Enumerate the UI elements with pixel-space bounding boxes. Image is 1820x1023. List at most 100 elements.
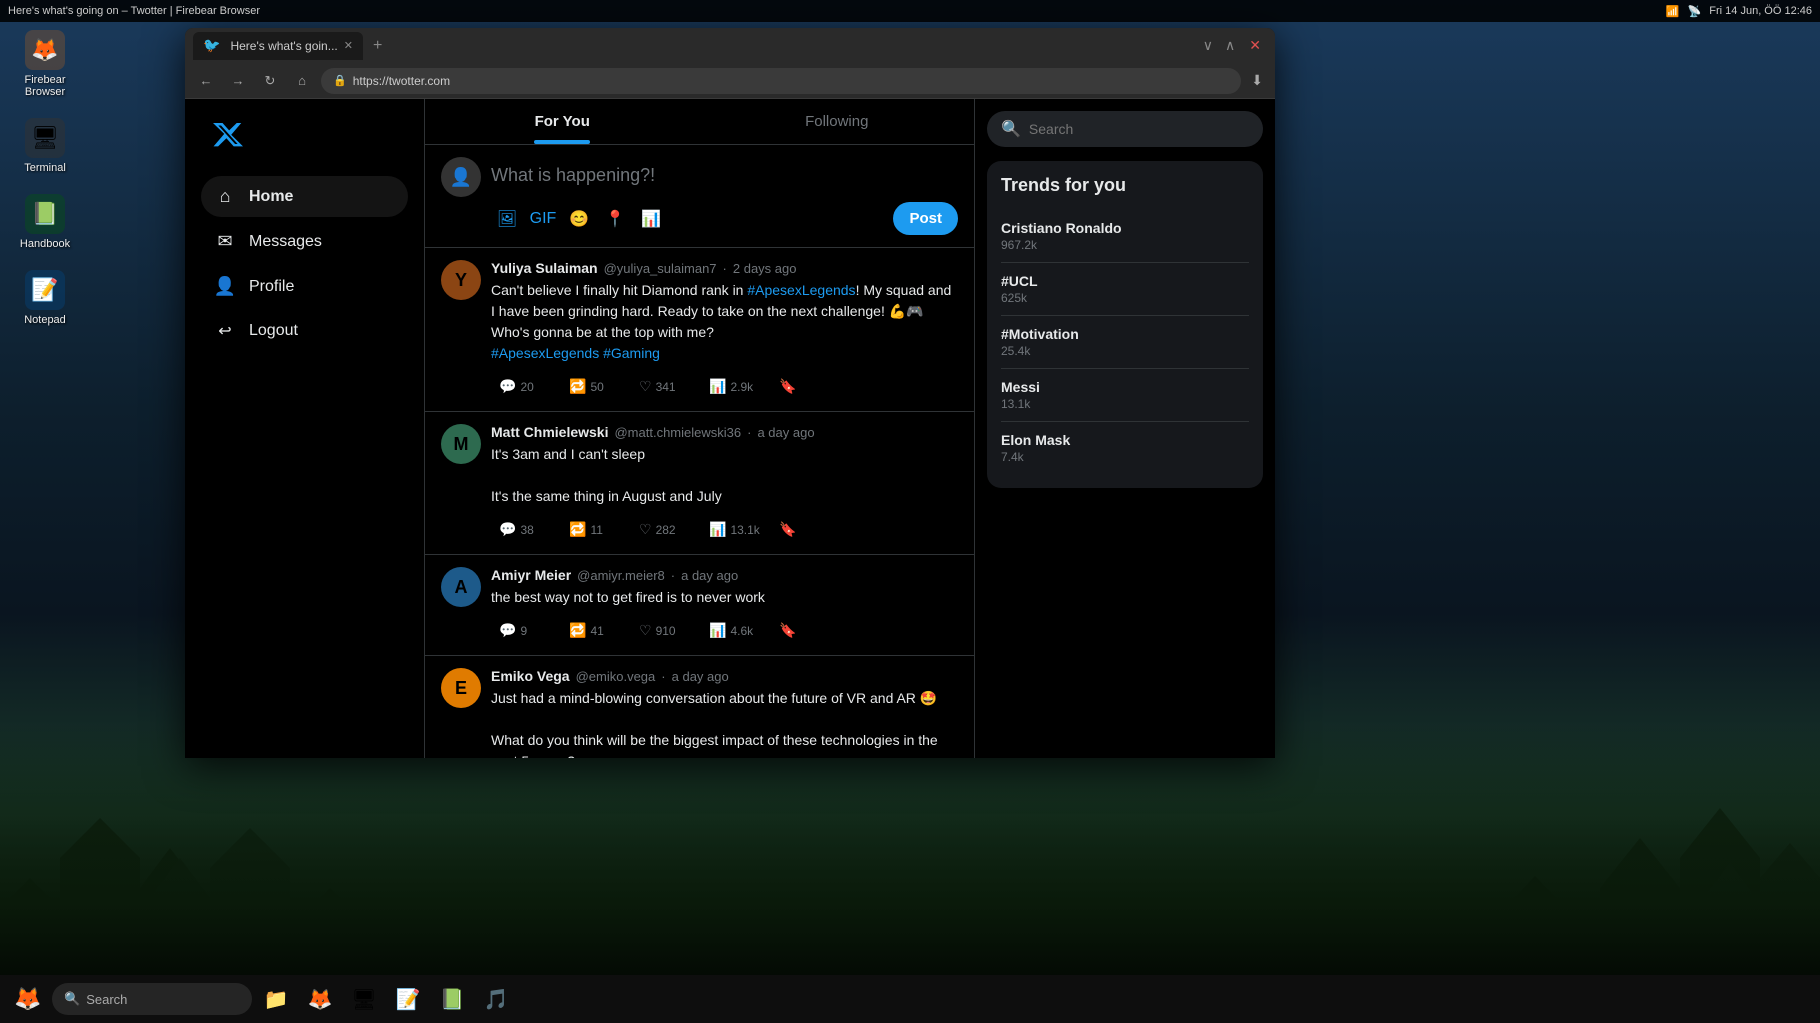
sidebar-item-logout[interactable]: ↩ Logout [201,311,408,351]
new-tab-button[interactable]: + [367,37,388,55]
close-browser-button[interactable]: ✕ [1243,35,1267,56]
taskbar-search[interactable]: 🔍 Search [52,983,252,1015]
taskbar-music-icon[interactable]: 🎵 [476,979,516,1019]
tweet-2-retweet[interactable]: 🔁 11 [561,517,631,542]
tweet-3-retweet[interactable]: 🔁 41 [561,618,631,643]
sidebar-logout-label: Logout [249,322,298,340]
tweet-1-header: Yuliya Sulaiman @yuliya_sulaiman7 · 2 da… [491,260,958,276]
browser-titlebar: 🐦 Here's what's goin... ✕ + ∨ ∧ ✕ [185,28,1275,63]
tab-following[interactable]: Following [700,99,975,144]
tweet-3-like[interactable]: ♡ 910 [631,618,701,643]
tab-close-button[interactable]: ✕ [344,39,353,52]
taskbar-handbook-icon[interactable]: 📗 [432,979,472,1019]
tab-list-up[interactable]: ∧ [1221,35,1239,56]
taskbar-search-label: Search [86,992,127,1007]
compose-poll-btn[interactable]: 📊 [635,203,667,235]
back-button[interactable]: ← [193,68,219,94]
trend-item-1[interactable]: #UCL 625k [1001,263,1249,316]
tweet-2-like-count: 282 [656,523,676,537]
compose-placeholder[interactable]: What is happening?! [491,157,958,194]
tweet-2[interactable]: M Matt Chmielewski @matt.chmielewski36 ·… [425,412,974,555]
url-bar[interactable]: 🔒 https://twotter.com [321,68,1241,94]
compose-emoji-btn[interactable]: 😊 [563,203,595,235]
taskbar-firebear-icon[interactable]: 🦊 [8,979,48,1019]
tweet-2-like[interactable]: ♡ 282 [631,517,701,542]
tweet-3-views[interactable]: 📊 4.6k [701,618,771,643]
taskbar-terminal-icon[interactable]: 🖥 [344,979,384,1019]
desktop-icon-firebear-label: Firebear Browser [10,74,80,98]
tweet-2-dot: · [747,425,751,440]
desktop-icon-terminal[interactable]: 🖥 Terminal [10,118,80,174]
tweet-4-body: Emiko Vega @emiko.vega · a day ago Just … [491,668,958,758]
sidebar-item-messages[interactable]: ✉ Messages [201,221,408,262]
tweet-2-header: Matt Chmielewski @matt.chmielewski36 · a… [491,424,958,440]
trend-2-name: #Motivation [1001,326,1249,342]
desktop-icon-notepad[interactable]: 📝 Notepad [10,270,80,326]
tweet-3-body: Amiyr Meier @amiyr.meier8 · a day ago th… [491,567,958,643]
sidebar-profile-label: Profile [249,278,294,296]
tweet-1-comment[interactable]: 💬 20 [491,374,561,399]
compose-image-btn[interactable]: 🖼 [491,203,523,235]
search-input[interactable] [1029,121,1249,137]
browser-tab-active[interactable]: 🐦 Here's what's goin... ✕ [193,32,363,60]
tweet-2-bookmark[interactable]: 🔖 [771,517,841,542]
tweet-2-avatar: M [441,424,481,464]
trends-box: Trends for you Cristiano Ronaldo 967.2k … [987,161,1263,488]
twitter-sidebar: ⌂ Home ✉ Messages 👤 Profile ↩ Logout [185,99,425,758]
tweet-2-comment[interactable]: 💬 38 [491,517,561,542]
tweet-1[interactable]: Y Yuliya Sulaiman @yuliya_sulaiman7 · 2 … [425,248,974,412]
post-button[interactable]: Post [893,202,958,235]
tweet-4-dot: · [661,669,665,684]
compose-avatar: 👤 [441,157,481,197]
tweet-1-bookmark[interactable]: 🔖 [771,374,841,399]
tweet-3-retweet-count: 41 [590,624,603,638]
tweet-3-bookmark[interactable]: 🔖 [771,618,841,643]
url-text: https://twotter.com [353,74,450,88]
tab-list-down[interactable]: ∨ [1199,35,1217,56]
trend-item-0[interactable]: Cristiano Ronaldo 967.2k [1001,210,1249,263]
logout-icon: ↩ [213,321,237,341]
trend-item-3[interactable]: Messi 13.1k [1001,369,1249,422]
tweet-2-time-val: a day ago [757,425,814,440]
compose-location-btn[interactable]: 📍 [599,203,631,235]
tweet-2-views[interactable]: 📊 13.1k [701,517,771,542]
sidebar-item-home[interactable]: ⌂ Home [201,176,408,217]
forward-button[interactable]: → [225,68,251,94]
twitter-main-feed[interactable]: For You Following 👤 What is happening?! … [425,99,975,758]
taskbar-files-icon[interactable]: 📁 [256,979,296,1019]
tweet-3[interactable]: A Amiyr Meier @amiyr.meier8 · a day ago … [425,555,974,656]
compose-gif-btn[interactable]: GIF [527,203,559,235]
home-button[interactable]: ⌂ [289,68,315,94]
compose-input-area: What is happening?! 🖼 GIF 😊 📍 📊 Post [491,157,958,235]
tweet-4-time-val: a day ago [672,669,729,684]
refresh-button[interactable]: ↻ [257,68,283,94]
trend-0-count: 967.2k [1001,238,1249,252]
tweet-1-body: Yuliya Sulaiman @yuliya_sulaiman7 · 2 da… [491,260,958,399]
twitter-logo[interactable] [201,115,408,164]
trend-item-4[interactable]: Elon Mask 7.4k [1001,422,1249,474]
trend-item-2[interactable]: #Motivation 25.4k [1001,316,1249,369]
desktop-icon-firebear[interactable]: 🦊 Firebear Browser [10,30,80,98]
tweet-1-time-val: 2 days ago [733,261,797,276]
tweet-3-comment[interactable]: 💬 9 [491,618,561,643]
tab-for-you[interactable]: For You [425,99,700,144]
tweet-1-retweet[interactable]: 🔁 50 [561,374,631,399]
profile-icon: 👤 [213,276,237,297]
messages-icon: ✉ [213,231,237,252]
views-icon: 📊 [709,378,726,395]
right-search-box[interactable]: 🔍 [987,111,1263,147]
taskbar-firebear2-icon[interactable]: 🦊 [300,979,340,1019]
tab-title: Here's what's goin... [230,39,337,53]
trends-title: Trends for you [1001,175,1249,196]
battery-icon: 📶 [1666,5,1680,18]
tweet-1-comment-count: 20 [520,380,533,394]
desktop-icon-handbook[interactable]: 📗 Handbook [10,194,80,250]
tweet-1-like[interactable]: ♡ 341 [631,374,701,399]
tweet-4[interactable]: E Emiko Vega @emiko.vega · a day ago Jus… [425,656,974,758]
tweet-1-views[interactable]: 📊 2.9k [701,374,771,399]
download-button[interactable]: ⬇ [1247,72,1267,89]
taskbar-notes-icon[interactable]: 📝 [388,979,428,1019]
trend-4-name: Elon Mask [1001,432,1249,448]
tweet-3-name: Amiyr Meier [491,567,571,583]
sidebar-item-profile[interactable]: 👤 Profile [201,266,408,307]
